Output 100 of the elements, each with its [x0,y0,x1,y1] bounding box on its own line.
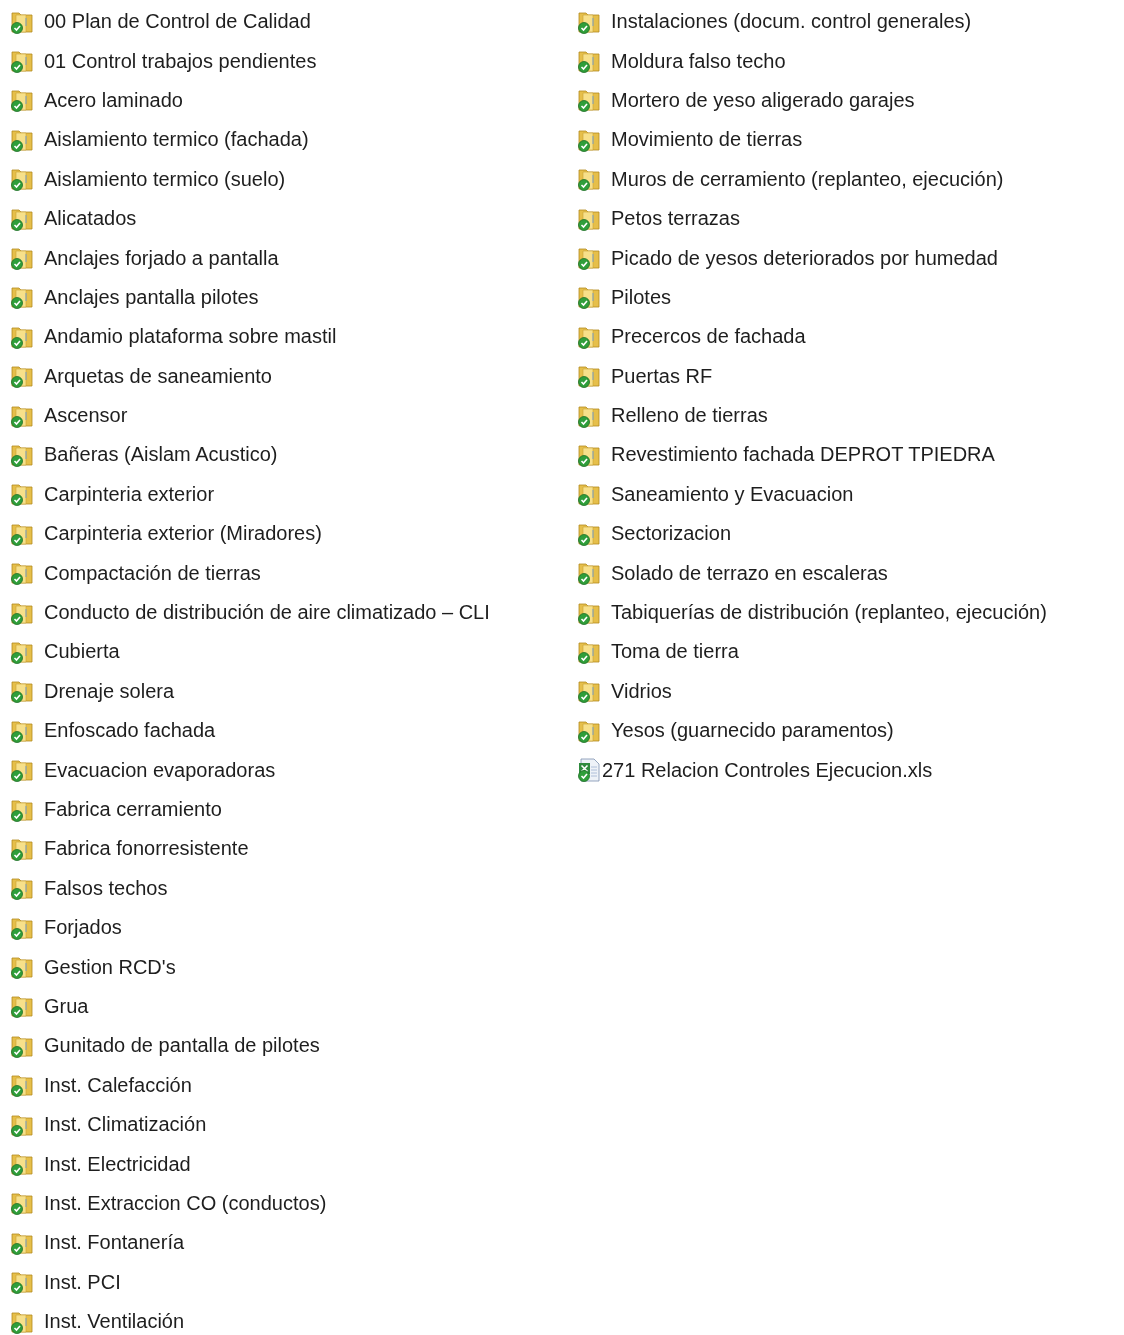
file-name[interactable]: Forjados [44,916,122,940]
file-name[interactable]: Alicatados [44,207,137,231]
folder-icon [10,1033,34,1058]
folder-icon [10,679,34,704]
folder-icon [10,521,34,546]
folder-icon [577,639,601,664]
folder-icon [10,1270,34,1295]
folder-icon [577,718,601,743]
folder-icon [577,403,601,428]
file-name[interactable]: Anclajes forjado a pantalla [44,246,279,270]
folder-icon [10,1112,34,1137]
folder-icon [577,9,601,34]
file-name[interactable]: Movimiento de tierras [611,128,803,152]
file-name[interactable]: Sectorizacion [611,522,732,546]
file-name[interactable]: Mortero de yeso aligerado garajes [611,88,915,112]
file-name[interactable]: Cubierta [44,640,120,664]
file-name[interactable]: Relleno de tierras [611,404,768,428]
folder-icon [10,9,34,34]
folder-icon [577,49,601,74]
file-name[interactable]: Carpinteria exterior (Miradores) [44,522,322,546]
folder-icon [10,206,34,231]
folder-icon [577,246,601,271]
file-name[interactable]: Anclajes pantalla pilotes [44,285,259,309]
file-name[interactable]: Tabiquerías de distribución (replanteo, ejecución) [611,601,1047,625]
folder-icon [577,364,601,389]
file-name[interactable]: Evacuacion evaporadoras [44,758,276,782]
folder-icon [10,127,34,152]
folder-icon [10,561,34,586]
folder-icon [10,915,34,940]
file-name[interactable]: Carpinteria exterior [44,482,215,506]
folder-icon [577,521,601,546]
file-name[interactable]: Instalaciones (docum. control generales) [611,10,972,34]
file-name[interactable]: Inst. Calefacción [44,1073,192,1097]
folder-icon [10,285,34,310]
file-name[interactable]: Muros de cerramiento (replanteo, ejecución) [611,167,1004,191]
file-name[interactable]: Bañeras (Aislam Acustico) [44,443,278,467]
folder-icon [10,1191,34,1216]
file-name[interactable]: Enfoscado fachada [44,719,216,743]
folder-icon [10,1152,34,1176]
folder-icon [10,836,34,861]
file-name[interactable]: Arquetas de saneamiento [44,364,272,388]
file-name[interactable]: Grua [44,994,89,1018]
file-name[interactable]: Inst. Ventilación [44,1310,185,1334]
folder-icon [577,679,601,704]
file-name[interactable]: Moldura falso techo [611,49,786,73]
folder-icon [10,718,34,743]
folder-icon [10,1230,34,1255]
folder-icon [10,876,34,901]
file-name[interactable]: Aislamiento termico (fachada) [44,128,309,152]
folder-icon [577,127,601,152]
file-name[interactable]: 271 Relacion Controles Ejecucion.xls [602,758,933,782]
file-name[interactable]: Vidrios [611,679,672,703]
file-name[interactable]: Inst. PCI [44,1270,121,1294]
folder-icon [577,206,601,231]
file-name[interactable]: Falsos techos [44,876,168,900]
file-name[interactable]: Revestimiento fachada DEPROT TPIEDRA [611,443,995,467]
folder-icon [10,1309,34,1334]
folder-icon [577,482,601,507]
file-name[interactable]: Pilotes [611,285,672,309]
file-name[interactable]: Puertas RF [611,364,713,388]
file-name[interactable]: Compactación de tierras [44,561,261,585]
file-name[interactable]: Petos terrazas [611,207,740,231]
file-name[interactable]: Saneamiento y Evacuacion [611,482,854,506]
folder-icon [10,758,34,783]
file-name[interactable]: 00 Plan de Control de Calidad [44,10,311,34]
folder-icon [577,324,601,349]
file-name[interactable]: Andamio plataforma sobre mastil [44,325,337,349]
file-name[interactable]: Conducto de distribución de aire climatizado – CLI [44,601,490,625]
spreadsheet-icon [577,758,601,783]
file-name[interactable]: Fabrica fonorresistente [44,837,249,861]
folder-icon [577,167,601,192]
file-name[interactable]: Picado de yesos deteriorados por humedad [611,246,998,270]
folder-icon [10,639,34,664]
file-name[interactable]: Yesos (guarnecido paramentos) [611,719,894,743]
folder-icon [10,403,34,428]
folder-icon [10,955,34,980]
folder-icon [10,246,34,271]
folder-icon [10,600,34,625]
folder-icon [10,88,34,113]
file-name[interactable]: Inst. Climatización [44,1113,207,1137]
file-name[interactable]: Inst. Electricidad [44,1152,191,1176]
file-name[interactable]: Solado de terrazo en escaleras [611,561,888,585]
folder-icon [577,600,601,625]
folder-icon [577,443,601,467]
file-name[interactable]: Gestion RCD's [44,955,176,979]
file-name[interactable]: Toma de tierra [611,640,739,664]
file-name[interactable]: Ascensor [44,404,128,428]
file-name[interactable]: Aislamiento termico (suelo) [44,167,286,191]
folder-icon [577,88,601,113]
file-name[interactable]: Precercos de fachada [611,325,806,349]
folder-icon [10,482,34,507]
file-name[interactable]: Drenaje solera [44,679,175,703]
file-name[interactable]: Inst. Fontanería [44,1231,185,1255]
file-name[interactable]: Acero laminado [44,88,183,112]
file-name[interactable]: 01 Control trabajos pendientes [44,49,317,73]
file-name[interactable]: Gunitado de pantalla de pilotes [44,1034,320,1058]
file-name[interactable]: Fabrica cerramiento [44,798,222,821]
file-name[interactable]: Inst. Extraccion CO (conductos) [44,1191,327,1215]
folder-icon [10,49,34,74]
folder-icon [10,797,34,822]
